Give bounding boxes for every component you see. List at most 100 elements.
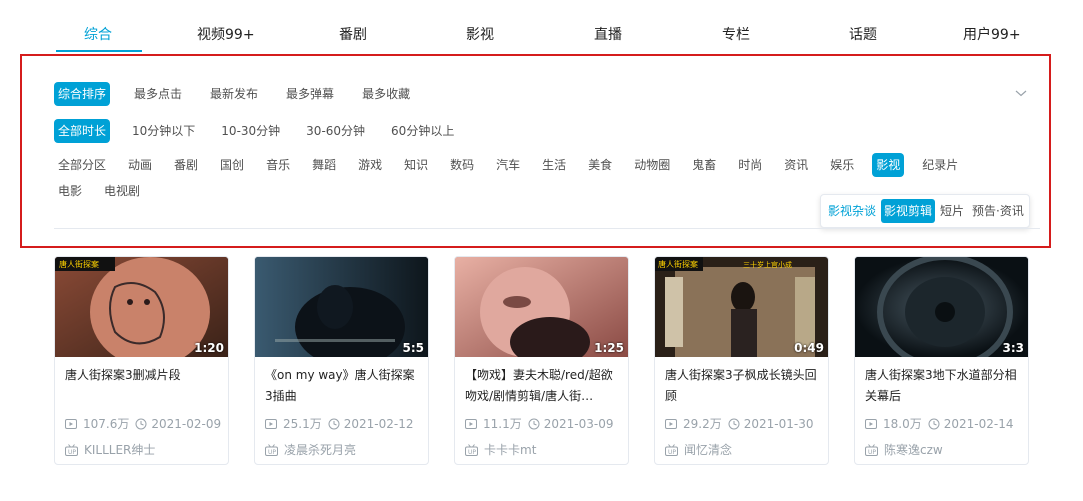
duration-10-30[interactable]: 10-30分钟 bbox=[217, 119, 284, 143]
sub-partition-short-film[interactable]: 短片 bbox=[937, 199, 967, 223]
uploader-icon: UP bbox=[865, 443, 878, 456]
sort-comprehensive[interactable]: 综合排序 bbox=[54, 82, 111, 106]
video-meta: 25.1万 2021-02-12 bbox=[265, 415, 413, 432]
clock-icon bbox=[528, 418, 540, 429]
sub-partition-film-talk[interactable]: 影视杂谈 bbox=[825, 199, 879, 223]
tab-topic[interactable]: 话题 bbox=[849, 24, 877, 44]
duration-under-10[interactable]: 10分钟以下 bbox=[128, 119, 199, 143]
partition-chip[interactable]: 娱乐 bbox=[826, 153, 858, 177]
partition-chip[interactable]: 影视 bbox=[872, 153, 905, 177]
partition-chip[interactable]: 动物圈 bbox=[630, 153, 674, 177]
sort-most-danmaku[interactable]: 最多弹幕 bbox=[282, 82, 338, 106]
uploader-name: KILLLER绅士 bbox=[84, 443, 156, 457]
video-uploader[interactable]: UP 闻忆清念 bbox=[665, 441, 732, 458]
video-title[interactable]: 唐人街探案3子枫成长镜头回顾 bbox=[665, 365, 820, 407]
video-thumbnail[interactable]: 唐人街探案 1:20 bbox=[55, 257, 228, 357]
partition-chip[interactable]: 游戏 bbox=[354, 153, 386, 177]
svg-text:唐人街探案: 唐人街探案 bbox=[658, 259, 698, 269]
sort-most-favorites[interactable]: 最多收藏 bbox=[358, 82, 414, 106]
tab-bangumi[interactable]: 番剧 bbox=[339, 24, 367, 44]
duration-30-60[interactable]: 30-60分钟 bbox=[302, 119, 369, 143]
partition-chip[interactable]: 知识 bbox=[400, 153, 432, 177]
upload-date: 2021-01-30 bbox=[743, 416, 814, 431]
play-count: 25.1万 bbox=[283, 417, 322, 431]
partition-chip[interactable]: 纪录片 bbox=[918, 153, 962, 177]
video-card[interactable]: 1:25 【吻戏】妻夫木聪/red/超欲吻戏/剧情剪辑/唐人街… 11.1万 2021… bbox=[454, 256, 629, 465]
uploader-icon: UP bbox=[665, 443, 678, 456]
partition-chip[interactable]: 资讯 bbox=[780, 153, 812, 177]
partition-chip[interactable]: 生活 bbox=[538, 153, 570, 177]
clock-icon bbox=[728, 418, 740, 429]
clock-icon bbox=[928, 418, 940, 429]
svg-text:UP: UP bbox=[868, 449, 876, 456]
clock-icon bbox=[328, 418, 340, 429]
video-card[interactable]: 5:5 《on my way》唐人街探案3插曲 25.1万 2021-02-12 UP 凌… bbox=[254, 256, 429, 465]
video-duration: 1:25 bbox=[594, 341, 624, 355]
uploader-name: 凌晨杀死月亮 bbox=[284, 443, 357, 457]
video-card[interactable]: 3:3 唐人街探案3地下水道部分相关幕后 18.0万 2021-02-14 UP 陈寒逸c… bbox=[854, 256, 1029, 465]
partition-chip[interactable]: 全部分区 bbox=[54, 153, 110, 177]
partition-chip[interactable]: 电影 bbox=[54, 179, 86, 203]
partition-chip[interactable]: 鬼畜 bbox=[688, 153, 720, 177]
duration-over-60[interactable]: 60分钟以上 bbox=[387, 119, 458, 143]
video-thumbnail[interactable]: 唐人街探案 三十岁上官小成 0:49 bbox=[655, 257, 828, 357]
filter-divider bbox=[54, 228, 1040, 229]
partition-chip[interactable]: 数码 bbox=[446, 153, 478, 177]
play-count-icon bbox=[665, 418, 677, 429]
video-uploader[interactable]: UP KILLLER绅士 bbox=[65, 441, 155, 458]
video-thumbnail[interactable]: 3:3 bbox=[855, 257, 1028, 357]
video-title[interactable]: 唐人街探案3删减片段 bbox=[65, 365, 220, 407]
partition-chip[interactable]: 国创 bbox=[216, 153, 248, 177]
sort-order-row: 综合排序 最多点击 最新发布 最多弹幕 最多收藏 bbox=[54, 82, 434, 106]
play-count: 107.6万 bbox=[83, 417, 130, 431]
video-duration: 1:20 bbox=[194, 341, 224, 355]
play-count-icon bbox=[265, 418, 277, 429]
sub-partition-film-edit[interactable]: 影视剪辑 bbox=[881, 199, 936, 223]
uploader-name: 卡卡卡mt bbox=[484, 443, 537, 457]
video-uploader[interactable]: UP 卡卡卡mt bbox=[465, 441, 536, 458]
video-thumbnail[interactable]: 1:25 bbox=[455, 257, 628, 357]
partition-chip[interactable]: 动画 bbox=[124, 153, 156, 177]
play-count: 11.1万 bbox=[483, 417, 522, 431]
partition-chip[interactable]: 电视剧 bbox=[100, 179, 144, 203]
play-count: 18.0万 bbox=[883, 417, 922, 431]
video-uploader[interactable]: UP 陈寒逸czw bbox=[865, 441, 943, 458]
uploader-icon: UP bbox=[265, 443, 278, 456]
sub-partition-popover: 影视杂谈 影视剪辑 短片 预告·资讯 bbox=[820, 194, 1030, 228]
uploader-name: 闻忆清念 bbox=[684, 443, 733, 457]
video-thumbnail[interactable]: 5:5 bbox=[255, 257, 428, 357]
video-title[interactable]: 唐人街探案3地下水道部分相关幕后 bbox=[865, 365, 1020, 407]
duration-row: 全部时长 10分钟以下 10-30分钟 30-60分钟 60分钟以上 bbox=[54, 119, 476, 143]
video-card[interactable]: 唐人街探案 三十岁上官小成 0:49 唐人街探案3子枫成长镜头回顾 29.2万 2021-… bbox=[654, 256, 829, 465]
video-uploader[interactable]: UP 凌晨杀死月亮 bbox=[265, 441, 356, 458]
partition-chip[interactable]: 音乐 bbox=[262, 153, 294, 177]
video-meta: 107.6万 2021-02-09 bbox=[65, 415, 221, 432]
partition-chip[interactable]: 番剧 bbox=[170, 153, 202, 177]
svg-text:唐人街探案: 唐人街探案 bbox=[59, 259, 99, 269]
tab-live[interactable]: 直播 bbox=[594, 24, 622, 44]
duration-all[interactable]: 全部时长 bbox=[54, 119, 111, 143]
tab-film[interactable]: 影视 bbox=[466, 24, 494, 44]
partition-chip[interactable]: 时尚 bbox=[734, 153, 766, 177]
tab-all[interactable]: 综合 bbox=[84, 24, 112, 44]
play-count-icon bbox=[65, 418, 77, 429]
tab-article[interactable]: 专栏 bbox=[722, 24, 750, 44]
tab-video[interactable]: 视频99+ bbox=[197, 24, 255, 44]
video-title[interactable]: 【吻戏】妻夫木聪/red/超欲吻戏/剧情剪辑/唐人街… bbox=[465, 365, 620, 407]
chevron-down-icon[interactable] bbox=[1014, 86, 1028, 100]
sort-newest[interactable]: 最新发布 bbox=[206, 82, 262, 106]
video-duration: 0:49 bbox=[794, 341, 824, 355]
upload-date: 2021-02-14 bbox=[943, 416, 1014, 431]
svg-text:UP: UP bbox=[68, 449, 76, 456]
partition-chip[interactable]: 美食 bbox=[584, 153, 616, 177]
sub-partition-trailer-news[interactable]: 预告·资讯 bbox=[969, 199, 1027, 223]
play-count-icon bbox=[865, 418, 877, 429]
tab-user[interactable]: 用户99+ bbox=[963, 24, 1021, 44]
uploader-icon: UP bbox=[65, 443, 78, 456]
video-title[interactable]: 《on my way》唐人街探案3插曲 bbox=[265, 365, 420, 407]
video-card[interactable]: 唐人街探案 1:20 唐人街探案3删减片段 107.6万 2021-02-09 UP KIL… bbox=[54, 256, 229, 465]
video-duration: 3:3 bbox=[1002, 341, 1025, 355]
partition-chip[interactable]: 舞蹈 bbox=[308, 153, 340, 177]
sort-most-clicks[interactable]: 最多点击 bbox=[130, 82, 186, 106]
partition-chip[interactable]: 汽车 bbox=[492, 153, 524, 177]
